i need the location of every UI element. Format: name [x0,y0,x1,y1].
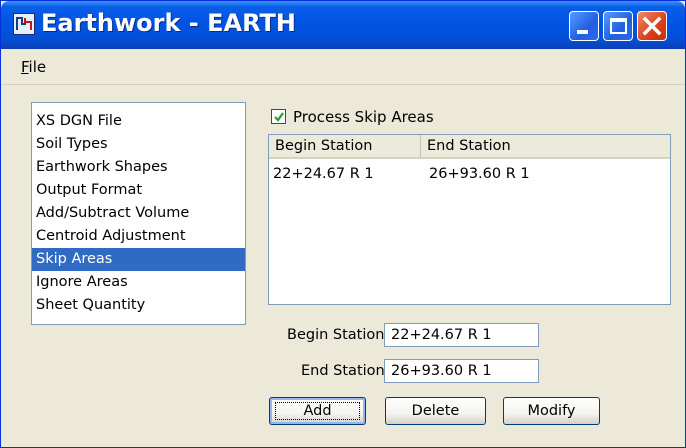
list-item-ignore-areas[interactable]: Ignore Areas [32,271,245,294]
delete-button[interactable]: Delete [385,397,486,425]
window-title: Earthwork - EARTH [41,9,296,37]
list-item-output-format[interactable]: Output Format [32,179,245,202]
list-item-centroid-adjustment[interactable]: Centroid Adjustment [32,225,245,248]
minimize-icon [577,30,588,34]
column-header-begin-station[interactable]: Begin Station [269,135,421,157]
process-skip-areas-checkbox[interactable] [271,109,286,124]
begin-station-input[interactable]: 22+24.67 R 1 [384,323,539,347]
minimize-button[interactable] [569,11,599,41]
skip-areas-table: Begin Station End Station 22+24.67 R 1 2… [268,134,671,305]
menu-file-label: ile [28,58,47,76]
list-item-xs-dgn-file[interactable]: XS DGN File [32,110,245,133]
list-item-earthwork-shapes[interactable]: Earthwork Shapes [32,156,245,179]
begin-station-label: Begin Station: [287,327,390,343]
add-button[interactable]: Add [269,397,366,425]
list-item-sheet-quantity[interactable]: Sheet Quantity [32,294,245,317]
add-button-label: Add [303,403,332,419]
list-item-soil-types[interactable]: Soil Types [32,133,245,156]
table-header: Begin Station End Station [269,135,670,159]
menu-bar: File [1,49,685,85]
app-icon [13,13,35,35]
list-item-skip-areas[interactable]: Skip Areas [32,248,245,271]
column-header-end-station[interactable]: End Station [421,135,669,157]
close-button[interactable] [637,11,667,41]
end-station-input[interactable]: 26+93.60 R 1 [384,359,539,383]
maximize-icon [610,18,627,34]
earthwork-window: Earthwork - EARTH File XS DGN File Soil … [0,0,686,448]
title-bar[interactable]: Earthwork - EARTH [1,1,685,49]
list-item-add-subtract-volume[interactable]: Add/Subtract Volume [32,202,245,225]
checkmark-icon [274,112,284,122]
end-station-label: End Station: [301,363,390,379]
close-icon [642,16,662,36]
menu-file-mnemonic: F [21,58,29,76]
cell-begin-station: 22+24.67 R 1 [273,166,374,182]
modify-button[interactable]: Modify [503,397,600,425]
maximize-button[interactable] [603,11,633,41]
process-skip-areas-label: Process Skip Areas [293,108,434,126]
menu-file[interactable]: File [21,58,46,76]
category-list[interactable]: XS DGN File Soil Types Earthwork Shapes … [31,102,246,325]
table-row[interactable]: 22+24.67 R 1 26+93.60 R 1 [269,163,670,187]
cell-end-station: 26+93.60 R 1 [429,166,530,182]
